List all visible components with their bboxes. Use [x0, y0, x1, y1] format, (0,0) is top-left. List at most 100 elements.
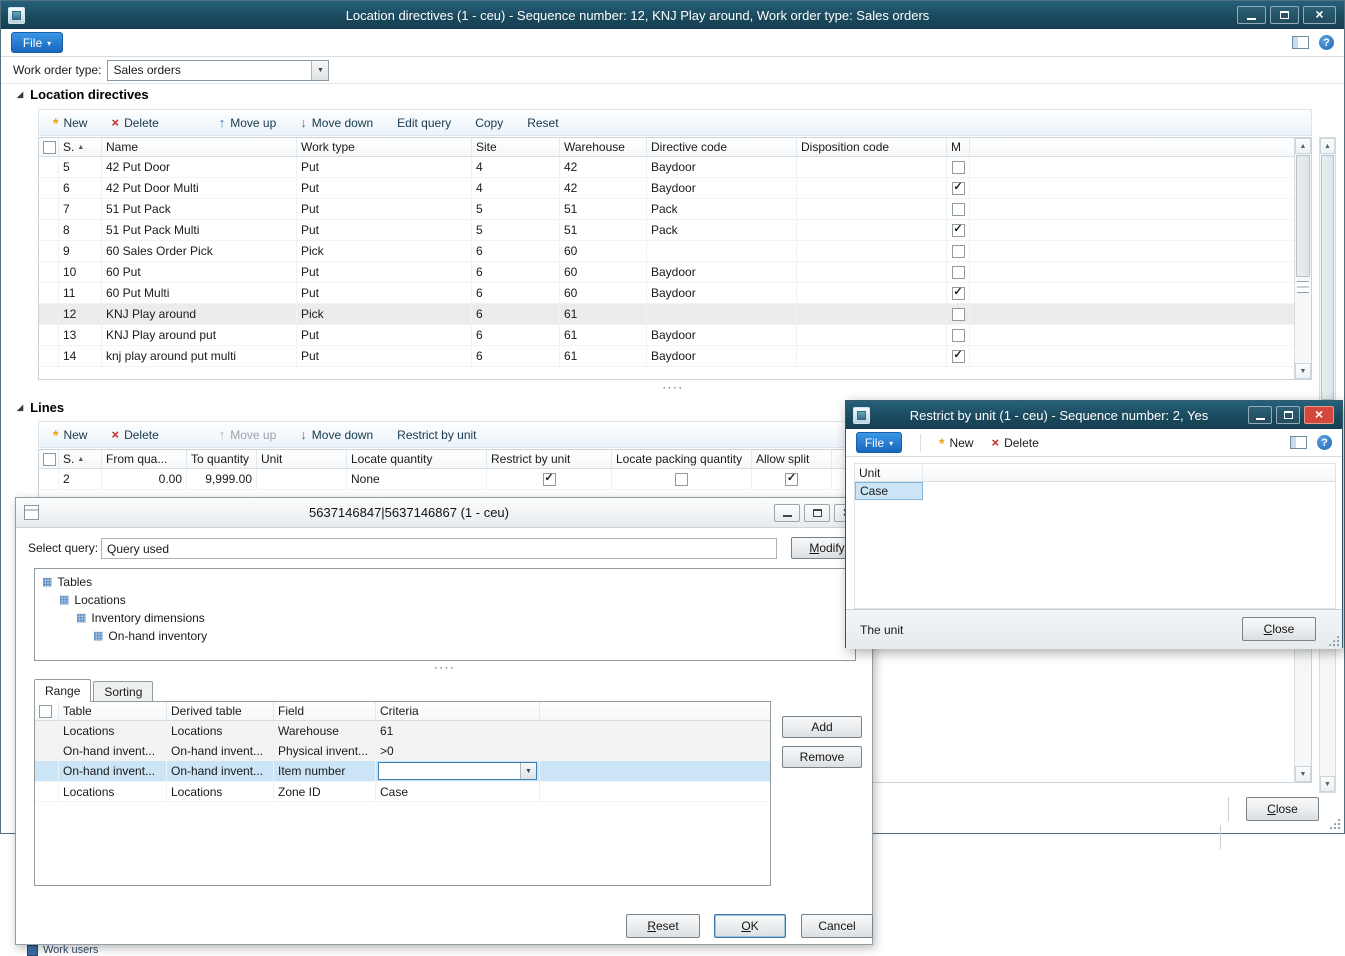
- tree-node-locations[interactable]: ▦Locations: [35, 591, 855, 609]
- criteria-combobox[interactable]: ▼: [378, 762, 537, 780]
- col-locate-packing-quantity[interactable]: Locate packing quantity: [612, 450, 752, 468]
- col-directive-code[interactable]: Directive code: [647, 138, 797, 156]
- col-unit[interactable]: Unit: [855, 464, 923, 481]
- col-name[interactable]: Name: [102, 138, 297, 156]
- m-checkbox[interactable]: [952, 266, 965, 279]
- col-from-quantity[interactable]: From qua...: [102, 450, 187, 468]
- new-button[interactable]: *New: [939, 436, 973, 450]
- table-row[interactable]: On-hand invent...On-hand invent...Physic…: [35, 741, 770, 761]
- m-checkbox[interactable]: [952, 308, 965, 321]
- col-allow-split[interactable]: Allow split: [752, 450, 832, 468]
- dropdown-arrow-icon[interactable]: ▼: [520, 763, 536, 779]
- file-menu-button[interactable]: File▾: [856, 432, 902, 453]
- col-unit[interactable]: Unit: [257, 450, 347, 468]
- move-down-button[interactable]: ↓Move down: [300, 116, 373, 130]
- select-query-input[interactable]: Query used: [101, 538, 777, 559]
- col-site[interactable]: Site: [472, 138, 560, 156]
- new-button[interactable]: *New: [53, 116, 87, 130]
- table-row[interactable]: 13KNJ Play around putPut661Baydoor: [39, 325, 1294, 346]
- m-checkbox[interactable]: ✓: [952, 182, 965, 195]
- col-field[interactable]: Field: [274, 702, 376, 720]
- cancel-button[interactable]: Cancel: [801, 914, 873, 938]
- scroll-thumb[interactable]: [1296, 155, 1310, 277]
- main-close-button[interactable]: Close: [1246, 797, 1319, 821]
- m-checkbox[interactable]: ✓: [952, 287, 965, 300]
- table-row[interactable]: 1060 PutPut660Baydoor: [39, 262, 1294, 283]
- m-checkbox[interactable]: ✓: [952, 224, 965, 237]
- table-row[interactable]: 751 Put PackPut551Pack: [39, 199, 1294, 220]
- col-m[interactable]: M: [947, 138, 970, 156]
- scroll-up-icon[interactable]: ▲: [1295, 138, 1311, 154]
- tab-range[interactable]: Range: [34, 679, 91, 702]
- copy-button[interactable]: Copy: [475, 116, 503, 130]
- col-to-quantity[interactable]: To quantity: [187, 450, 257, 468]
- table-row[interactable]: 1160 Put MultiPut660Baydoor✓: [39, 283, 1294, 304]
- section-lines[interactable]: ◢ Lines: [17, 400, 64, 415]
- col-criteria[interactable]: Criteria: [376, 702, 540, 720]
- table-row[interactable]: LocationsLocationsWarehouse61: [35, 721, 770, 741]
- restrict-checkbox[interactable]: ✓: [543, 473, 556, 486]
- work-order-type-select[interactable]: Sales orders ▼: [107, 60, 329, 81]
- table-row[interactable]: LocationsLocationsZone IDCase: [35, 782, 770, 802]
- m-checkbox[interactable]: [952, 203, 965, 216]
- select-all-checkbox[interactable]: [43, 141, 56, 154]
- tree-node-on-hand-inventory[interactable]: ▦On-hand inventory: [35, 627, 855, 645]
- layout-icon[interactable]: [1292, 36, 1309, 49]
- scroll-down-icon[interactable]: ▼: [1295, 766, 1311, 782]
- table-row[interactable]: 542 Put DoorPut442Baydoor: [39, 157, 1294, 178]
- help-icon[interactable]: ?: [1317, 435, 1332, 450]
- minimize-button[interactable]: [774, 504, 800, 522]
- layout-icon[interactable]: [1290, 436, 1307, 449]
- table-row[interactable]: 960 Sales Order PickPick660: [39, 241, 1294, 262]
- splitter-handle[interactable]: ····: [16, 663, 874, 674]
- section-location-directives[interactable]: ◢ Location directives: [17, 87, 149, 102]
- col-derived-table[interactable]: Derived table: [167, 702, 274, 720]
- select-all-checkbox[interactable]: [43, 453, 56, 466]
- col-warehouse[interactable]: Warehouse: [560, 138, 647, 156]
- delete-button[interactable]: ×Delete: [111, 116, 158, 130]
- scroll-down-icon[interactable]: ▼: [1295, 363, 1311, 379]
- splitter-handle[interactable]: ····: [1, 383, 1345, 394]
- table-row-selected[interactable]: Case: [855, 482, 923, 500]
- maximize-button[interactable]: [1276, 406, 1300, 424]
- locate-packing-checkbox[interactable]: [675, 473, 688, 486]
- table-row-selected[interactable]: On-hand invent... On-hand invent... Item…: [35, 761, 770, 782]
- file-menu-button[interactable]: File▾: [11, 32, 63, 53]
- close-button[interactable]: ×: [1303, 6, 1336, 24]
- close-button[interactable]: ×: [1304, 406, 1334, 424]
- maximize-button[interactable]: [1270, 6, 1299, 24]
- tree-node-tables[interactable]: ▦Tables: [35, 573, 855, 591]
- lines-move-down-button[interactable]: ↓Move down: [300, 428, 373, 442]
- maximize-button[interactable]: [804, 504, 830, 522]
- minimize-button[interactable]: [1248, 406, 1272, 424]
- table-row[interactable]: 642 Put Door MultiPut442Baydoor✓: [39, 178, 1294, 199]
- ok-button[interactable]: OK: [714, 914, 786, 938]
- scroll-thumb[interactable]: [1321, 155, 1334, 400]
- remove-button[interactable]: Remove: [782, 746, 862, 768]
- tree-node-inventory-dimensions[interactable]: ▦Inventory dimensions: [35, 609, 855, 627]
- reset-button[interactable]: Reset: [527, 116, 558, 130]
- m-checkbox[interactable]: ✓: [952, 350, 965, 363]
- table-row-selected[interactable]: 12KNJ Play aroundPick661: [39, 304, 1294, 325]
- col-locate-quantity[interactable]: Locate quantity: [347, 450, 487, 468]
- col-work-type[interactable]: Work type: [297, 138, 472, 156]
- edit-query-button[interactable]: Edit query: [397, 116, 451, 130]
- col-sequence[interactable]: S.▲: [59, 138, 102, 156]
- col-disposition-code[interactable]: Disposition code: [797, 138, 947, 156]
- col-sequence[interactable]: S.▲: [59, 450, 102, 468]
- restrict-close-button[interactable]: Close: [1242, 617, 1316, 641]
- m-checkbox[interactable]: [952, 329, 965, 342]
- scroll-down-icon[interactable]: ▼: [1320, 776, 1335, 792]
- resize-grip[interactable]: [1328, 817, 1341, 830]
- table-row[interactable]: 14knj play around put multiPut661Baydoor…: [39, 346, 1294, 367]
- lines-new-button[interactable]: *New: [53, 428, 87, 442]
- minimize-button[interactable]: [1237, 6, 1266, 24]
- allow-split-checkbox[interactable]: ✓: [785, 473, 798, 486]
- m-checkbox[interactable]: [952, 161, 965, 174]
- resize-grip[interactable]: [1327, 634, 1340, 647]
- restrict-by-unit-button[interactable]: Restrict by unit: [397, 428, 476, 442]
- move-up-button[interactable]: ↑Move up: [219, 116, 277, 130]
- col-table[interactable]: Table: [59, 702, 167, 720]
- select-all-checkbox[interactable]: [39, 705, 52, 718]
- table-row[interactable]: 851 Put Pack MultiPut551Pack✓: [39, 220, 1294, 241]
